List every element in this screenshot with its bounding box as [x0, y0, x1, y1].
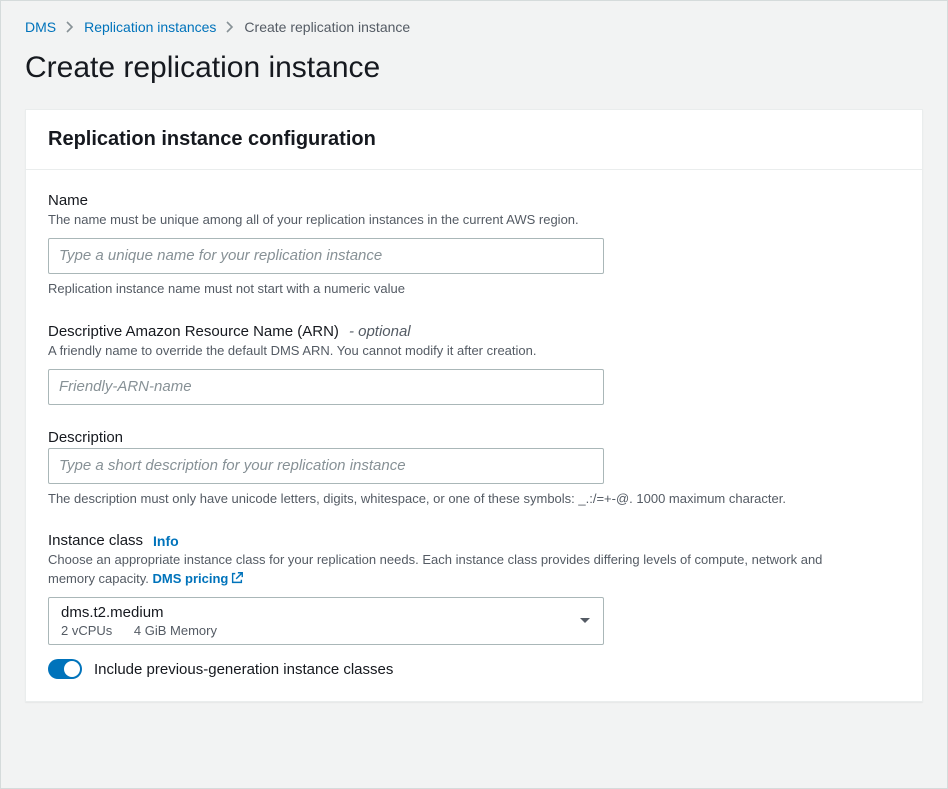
breadcrumb-dms-link[interactable]: DMS	[25, 19, 56, 35]
panel-header-title: Replication instance configuration	[48, 128, 900, 151]
arn-label: Descriptive Amazon Resource Name (ARN) -…	[48, 323, 900, 340]
description-field: Description The description must only ha…	[48, 429, 900, 509]
name-label: Name	[48, 192, 900, 209]
instance-class-label-row: Instance class Info	[48, 532, 900, 549]
config-panel: Replication instance configuration Name …	[25, 109, 923, 702]
arn-optional: - optional	[349, 323, 411, 340]
toggle-knob	[64, 661, 80, 677]
instance-class-specs: 2 vCPUs 4 GiB Memory	[61, 623, 217, 638]
instance-class-field: Instance class Info Choose an appropriat…	[48, 532, 900, 679]
breadcrumb-current: Create replication instance	[244, 19, 410, 35]
description-input[interactable]	[48, 448, 604, 484]
external-link-icon	[230, 571, 244, 585]
instance-class-vcpus: 2 vCPUs	[61, 623, 112, 638]
prev-gen-toggle-label: Include previous-generation instance cla…	[94, 661, 393, 678]
instance-class-selected: dms.t2.medium	[61, 604, 217, 621]
name-hint: Replication instance name must not start…	[48, 280, 900, 299]
chevron-right-icon	[226, 21, 234, 33]
description-label: Description	[48, 429, 900, 446]
prev-gen-toggle[interactable]	[48, 659, 82, 679]
arn-input[interactable]	[48, 369, 604, 405]
caret-down-icon	[579, 612, 591, 630]
name-field: Name The name must be unique among all o…	[48, 192, 900, 299]
instance-class-info-link[interactable]: Info	[153, 533, 179, 549]
chevron-right-icon	[66, 21, 74, 33]
instance-class-select[interactable]: dms.t2.medium 2 vCPUs 4 GiB Memory	[48, 597, 604, 645]
name-input[interactable]	[48, 238, 604, 274]
dms-pricing-link[interactable]: DMS pricing	[153, 571, 245, 586]
arn-field: Descriptive Amazon Resource Name (ARN) -…	[48, 323, 900, 405]
breadcrumb: DMS Replication instances Create replica…	[1, 1, 947, 43]
description-hint: The description must only have unicode l…	[48, 490, 808, 509]
instance-class-memory: 4 GiB Memory	[134, 623, 217, 638]
instance-class-desc: Choose an appropriate instance class for…	[48, 551, 828, 589]
prev-gen-toggle-row: Include previous-generation instance cla…	[48, 659, 900, 679]
arn-desc: A friendly name to override the default …	[48, 342, 900, 361]
instance-class-label: Instance class	[48, 532, 143, 549]
page-title: Create replication instance	[1, 43, 947, 109]
panel-header: Replication instance configuration	[26, 110, 922, 170]
name-desc: The name must be unique among all of you…	[48, 211, 900, 230]
arn-label-text: Descriptive Amazon Resource Name (ARN)	[48, 323, 339, 340]
breadcrumb-replication-instances-link[interactable]: Replication instances	[84, 19, 216, 35]
